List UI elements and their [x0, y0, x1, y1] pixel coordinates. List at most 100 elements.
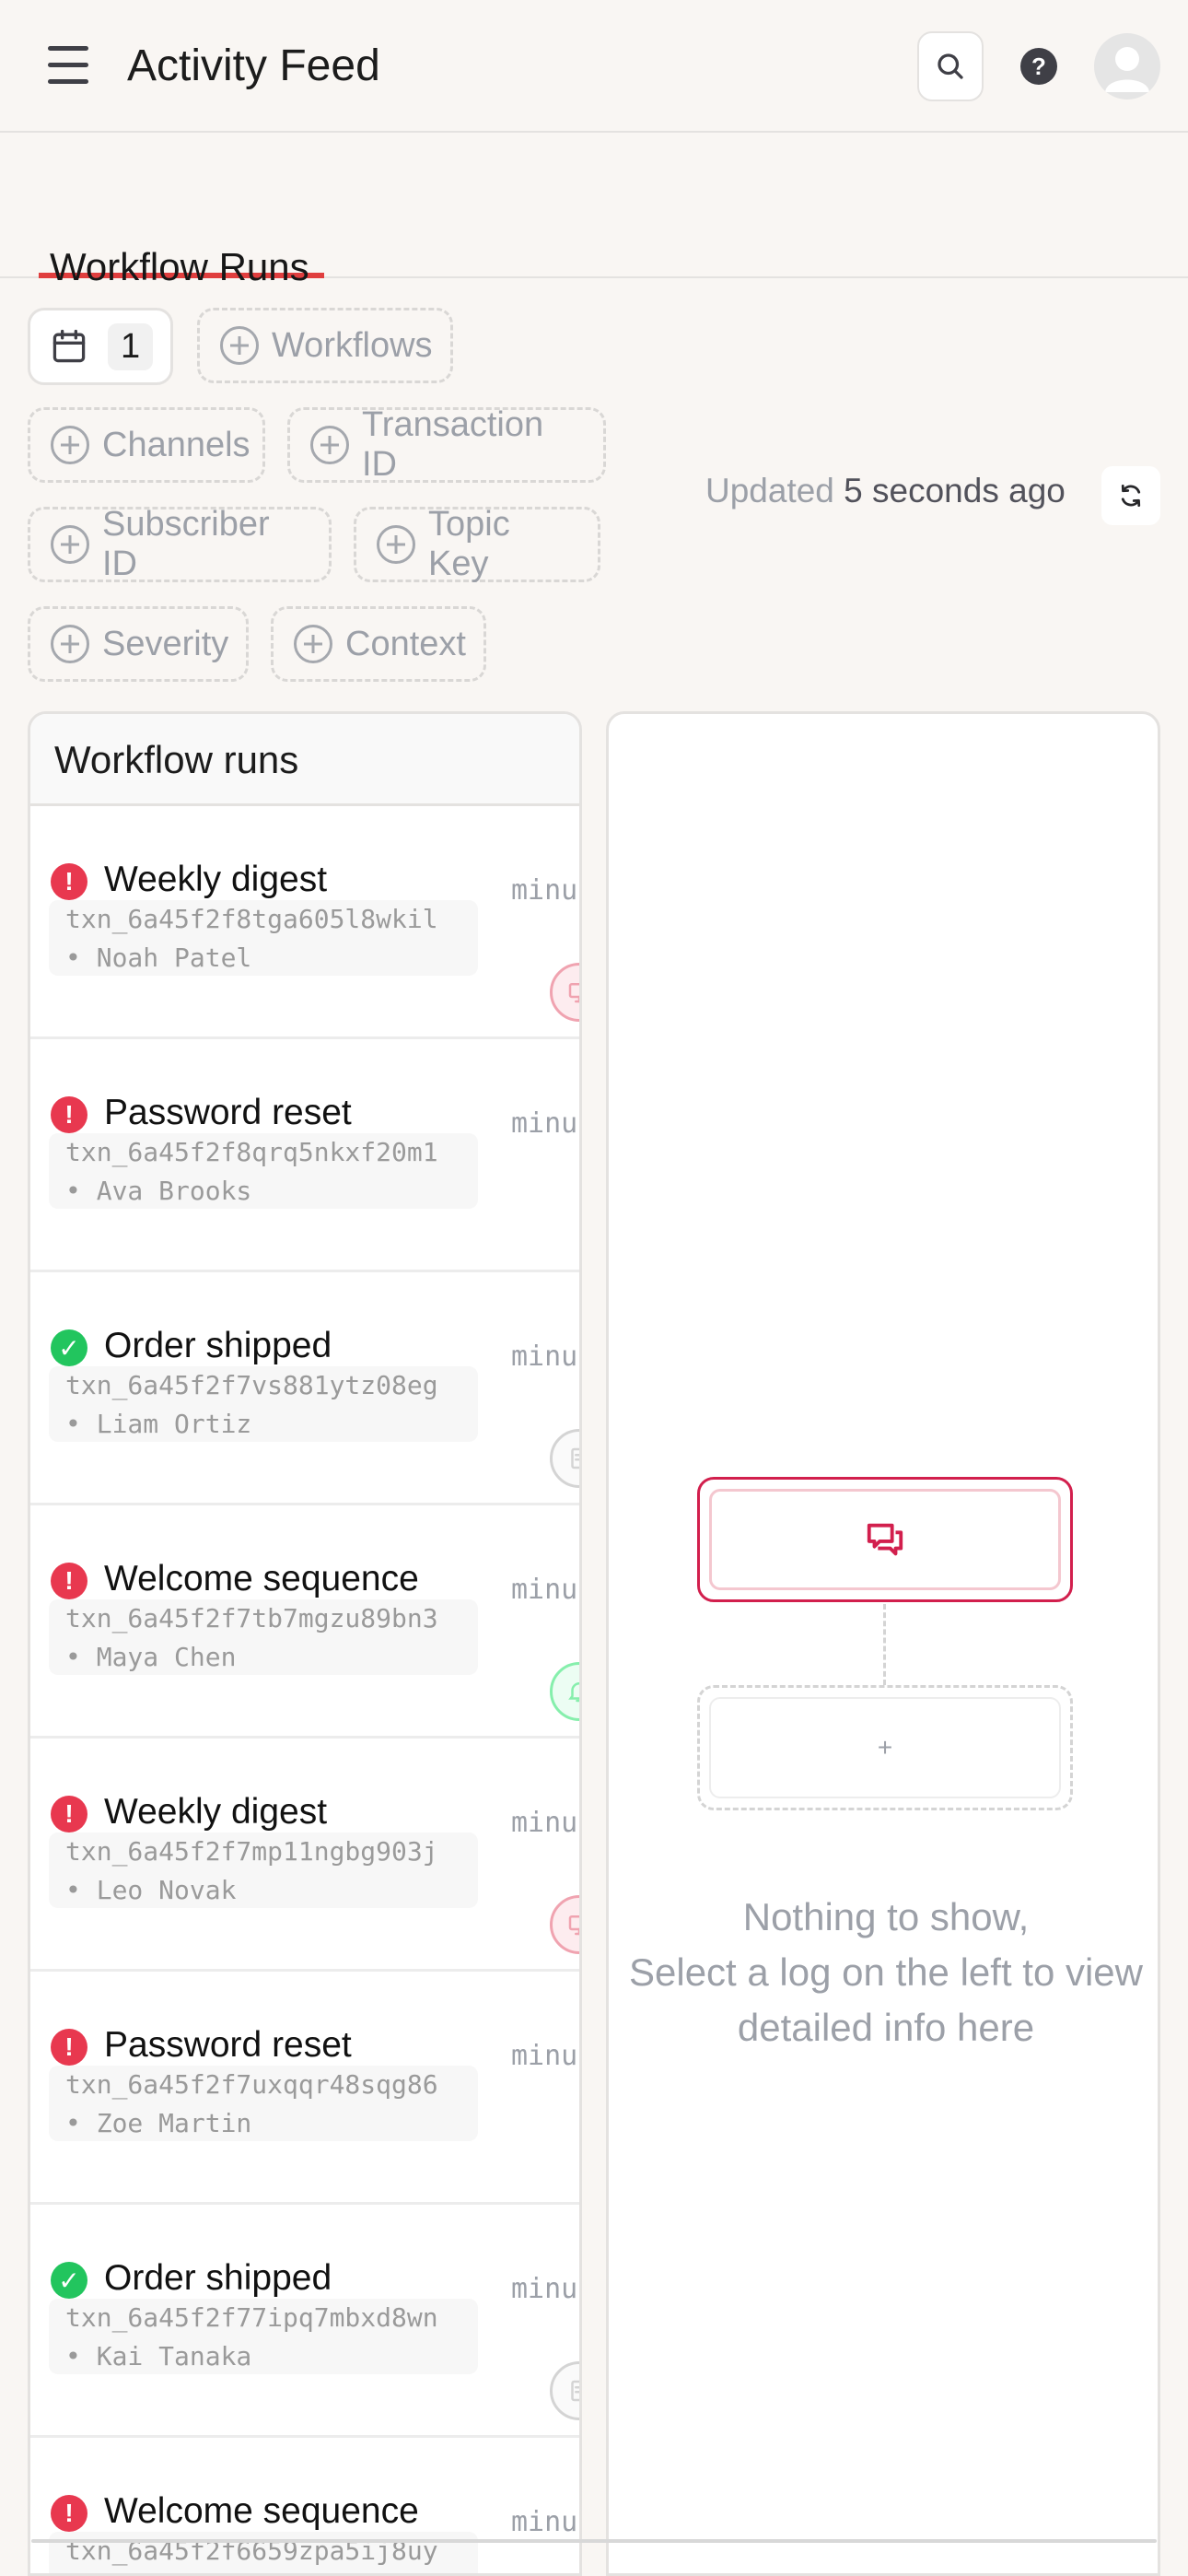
transaction-id: txn_6a45f2f7vs881ytz08eg — [65, 1370, 438, 1400]
tab-workflow-runs[interactable]: Workflow Runs — [39, 188, 324, 288]
table-row[interactable]: ! Weekly digest txn_6a45f2f8tga605l8wkil • … — [30, 806, 579, 1039]
run-time: minu — [511, 1107, 578, 1140]
workflow-runs-list: Workflow runs ! Weekly digest txn_6a45f2f8… — [28, 711, 582, 2576]
detail-panel: + Nothing to show, Select a log on the l… — [606, 711, 1160, 2576]
error-status-icon: ! — [51, 2029, 87, 2066]
filter-chip-subscriber-id[interactable]: Subscriber ID — [28, 505, 332, 583]
date-filter-count: 1 — [108, 322, 154, 370]
transaction-id: txn_6a45f2f8qrq5nkxf20m1 — [65, 1137, 438, 1167]
run-meta: txn_6a45f2f7uxqqr48sqg86 • Zoe Martin — [49, 2066, 478, 2141]
transaction-id: txn_6a45f2f77ipq7mbxd8wn — [65, 2302, 438, 2333]
table-row[interactable]: ✓ Order shipped txn_6a45f2f7vs881ytz08eg • … — [30, 1272, 579, 1505]
run-meta: txn_6a45f2f77ipq7mbxd8wn • Kai Tanaka — [49, 2299, 478, 2374]
workflow-name: Password reset — [104, 2025, 352, 2065]
workflow-name: Weekly digest — [104, 860, 328, 899]
filter-chip-label: Channels — [102, 425, 250, 464]
date-filter-button[interactable]: 1 — [28, 308, 173, 385]
run-meta: txn_6a45f2f7mp11ngbg903j • Leo Novak — [49, 1832, 478, 1908]
user-avatar-icon — [1105, 47, 1149, 92]
empty-state-message: Nothing to show, Select a log on the lef… — [609, 1890, 1163, 2055]
add-step-label: + — [709, 1697, 1061, 1798]
workflow-step-inner — [709, 1489, 1061, 1590]
filter-chip-severity[interactable]: Severity — [28, 606, 249, 682]
top-header: Activity Feed ? — [0, 0, 1188, 133]
filter-chip-label: Workflows — [272, 325, 433, 365]
filter-chip-label: Severity — [102, 624, 229, 663]
workflow-name: Order shipped — [104, 1326, 332, 1365]
chat-icon — [867, 1523, 903, 1556]
success-status-icon: ✓ — [51, 2262, 87, 2299]
subscriber-name: • Zoe Martin — [65, 2108, 252, 2138]
filter-chip-label: Transaction ID — [362, 405, 544, 484]
table-row[interactable]: ! Weekly digest txn_6a45f2f7mp11ngbg903j • … — [30, 1739, 579, 1972]
transaction-id: txn_6a45f2f6659zpa5ij8uy — [65, 2535, 438, 2566]
updated-value: 5 seconds ago — [844, 472, 1066, 509]
run-meta: txn_6a45f2f7vs881ytz08eg • Liam Ortiz — [49, 1366, 478, 1442]
filter-chip-label: Context — [345, 624, 466, 663]
add-circle-icon — [51, 525, 89, 564]
table-row[interactable]: ✓ Order shipped txn_6a45f2f77ipq7mbxd8wn • … — [30, 2205, 579, 2438]
help-icon[interactable]: ? — [1020, 48, 1057, 85]
tab-label: Workflow Runs — [50, 245, 309, 288]
table-row[interactable]: ! Welcome sequence txn_6a45f2f7tb7mgzu89bn… — [30, 1505, 579, 1739]
filter-chip-label: Topic Key — [428, 505, 510, 583]
run-time: minu — [511, 1574, 578, 1606]
search-button[interactable] — [917, 31, 984, 101]
workflow-step-node[interactable] — [697, 1477, 1073, 1602]
subscriber-name: • Liam Ortiz — [65, 1409, 252, 1439]
horizontal-scrollbar[interactable] — [31, 2539, 1157, 2543]
calendar-icon — [52, 329, 86, 363]
add-step-node[interactable]: + — [697, 1685, 1073, 1810]
error-status-icon: ! — [51, 1096, 87, 1133]
last-updated-text: Updated 5 seconds ago — [705, 472, 1066, 510]
run-time: minu — [511, 2040, 578, 2072]
filter-chip-context[interactable]: Context — [271, 606, 486, 682]
search-icon — [938, 53, 963, 79]
step-connector — [883, 1604, 886, 1685]
run-meta: txn_6a45f2f8qrq5nkxf20m1 • Ava Brooks — [49, 1133, 478, 1209]
refresh-icon — [1121, 485, 1141, 507]
transaction-id: txn_6a45f2f7tb7mgzu89bn3 — [65, 1603, 438, 1633]
filter-chip-label: Subscriber ID — [102, 505, 270, 583]
transaction-id: txn_6a45f2f7uxqqr48sqg86 — [65, 2069, 438, 2100]
page-title: Activity Feed — [127, 41, 380, 90]
workflow-name: Weekly digest — [104, 1792, 328, 1832]
workflow-name: Password reset — [104, 1093, 352, 1132]
hamburger-menu-icon[interactable] — [46, 44, 90, 87]
transaction-id: txn_6a45f2f8tga605l8wkil — [65, 904, 438, 934]
transaction-id: txn_6a45f2f7mp11ngbg903j — [65, 1836, 438, 1867]
filter-chip-topic-key[interactable]: Topic Key — [354, 505, 600, 583]
error-status-icon: ! — [51, 2495, 87, 2532]
error-status-icon: ! — [51, 1796, 87, 1832]
filter-chip-channels[interactable]: Channels — [28, 407, 265, 483]
refresh-button[interactable] — [1101, 466, 1160, 525]
subscriber-name: • Ava Brooks — [65, 1176, 252, 1206]
document-icon — [550, 2361, 579, 2420]
workflow-name: Order shipped — [104, 2258, 332, 2298]
monitor-icon — [550, 1895, 579, 1954]
add-circle-icon — [51, 625, 89, 663]
workflow-name: Welcome sequence — [104, 1559, 419, 1598]
updated-prefix: Updated — [705, 472, 834, 509]
add-circle-icon — [51, 426, 89, 464]
table-row[interactable]: ! Password reset txn_6a45f2f8qrq5nkxf20m1 •… — [30, 1039, 579, 1272]
run-meta: txn_6a45f2f8tga605l8wkil • Noah Patel — [49, 900, 478, 976]
filter-chip-workflows[interactable]: Workflows — [197, 308, 453, 383]
monitor-icon — [550, 963, 579, 1022]
add-circle-icon — [220, 326, 259, 365]
subscriber-name: • Maya Chen — [65, 1642, 237, 1672]
empty-state-line-1: Nothing to show, — [742, 1895, 1030, 1938]
run-meta: txn_6a45f2f7tb7mgzu89bn3 • Maya Chen — [49, 1599, 478, 1675]
add-circle-icon — [310, 426, 349, 464]
subscriber-name: • Kai Tanaka — [65, 2341, 252, 2371]
list-rows: ! Weekly digest txn_6a45f2f8tga605l8wkil • … — [30, 806, 579, 2573]
success-status-icon: ✓ — [51, 1329, 87, 1366]
table-row[interactable]: ! Welcome sequence txn_6a45f2f6659zpa5ij8u… — [30, 2438, 579, 2573]
list-title: Workflow runs — [30, 714, 579, 806]
filter-chip-transaction-id[interactable]: Transaction ID — [287, 405, 606, 484]
add-circle-icon — [294, 625, 332, 663]
workflow-name: Welcome sequence — [104, 2491, 419, 2531]
document-icon — [550, 1429, 579, 1488]
table-row[interactable]: ! Password reset txn_6a45f2f7uxqqr48sqg86 •… — [30, 1972, 579, 2205]
avatar[interactable] — [1094, 33, 1160, 100]
